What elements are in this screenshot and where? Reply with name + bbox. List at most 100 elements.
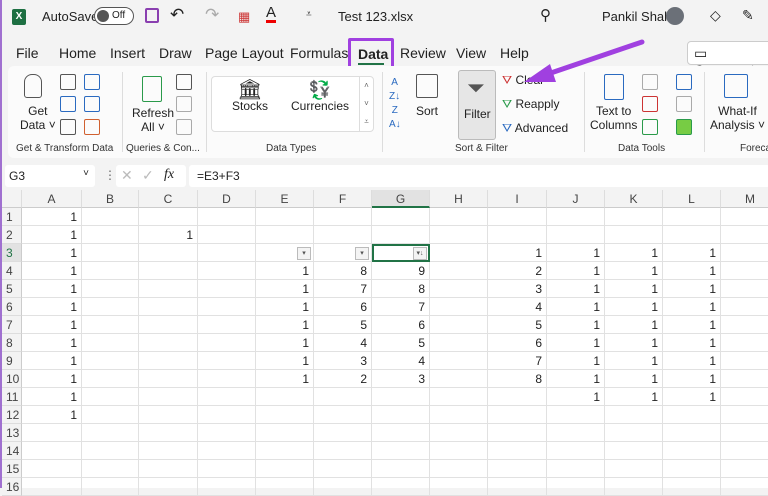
cell-K9[interactable]: 1 [605,352,663,370]
cell-H7[interactable] [430,316,488,334]
filter-dropdown-E[interactable]: ▾ [297,247,311,260]
cell-M10[interactable] [721,370,768,388]
cell-B10[interactable] [82,370,139,388]
edit-links-icon[interactable] [176,119,192,135]
row-header-12[interactable]: 12 [2,406,22,424]
autosave-toggle[interactable]: Off [94,7,134,25]
cell-F7[interactable]: 5 [314,316,372,334]
cell-L1[interactable] [663,208,721,226]
cell-C7[interactable] [139,316,198,334]
refresh-all-button[interactable]: Refresh All ˅ [132,106,174,134]
cell-A7[interactable]: 1 [22,316,82,334]
cell-M16[interactable] [721,478,768,496]
cell-F6[interactable]: 6 [314,298,372,316]
cell-I15[interactable] [488,460,547,478]
cell-M13[interactable] [721,424,768,442]
cell-E13[interactable] [256,424,314,442]
gallery-scroll[interactable]: ˄ ˅ ⩡ [359,77,373,131]
consolidate-icon[interactable] [676,74,692,90]
cell-I1[interactable] [488,208,547,226]
cell-J10[interactable]: 1 [547,370,605,388]
cell-J16[interactable] [547,478,605,496]
cell-D12[interactable] [198,406,256,424]
cell-G4[interactable]: 9 [372,262,430,280]
cell-A5[interactable]: 1 [22,280,82,298]
cell-J8[interactable]: 1 [547,334,605,352]
spreadsheet-grid[interactable]: A B C D E F G H I J K L M 1 1 2 1 1 3 1 ▾ ▾ ▾↓ 1 1 1 1 4 1 1 8 9 2 1 1 1 5 1 1… [2,190,768,496]
cell-I12[interactable] [488,406,547,424]
cell-A12[interactable]: 1 [22,406,82,424]
cell-F11[interactable] [314,388,372,406]
cell-B4[interactable] [82,262,139,280]
cell-C3[interactable] [139,244,198,262]
sort-z-a-button[interactable]: Z A↓ [389,104,401,132]
cell-M7[interactable] [721,316,768,334]
cell-E6[interactable]: 1 [256,298,314,316]
cell-H12[interactable] [430,406,488,424]
cell-C9[interactable] [139,352,198,370]
cell-H3[interactable] [430,244,488,262]
cell-D1[interactable] [198,208,256,226]
tab-review[interactable]: Review [400,45,446,61]
cell-M11[interactable] [721,388,768,406]
cell-K4[interactable]: 1 [605,262,663,280]
cell-C1[interactable] [139,208,198,226]
cell-J6[interactable]: 1 [547,298,605,316]
cell-A11[interactable]: 1 [22,388,82,406]
cell-I9[interactable]: 7 [488,352,547,370]
cell-G8[interactable]: 5 [372,334,430,352]
cell-G10[interactable]: 3 [372,370,430,388]
cell-F9[interactable]: 3 [314,352,372,370]
cell-I3[interactable]: 1 [488,244,547,262]
cell-C10[interactable] [139,370,198,388]
cell-K8[interactable]: 1 [605,334,663,352]
cell-L16[interactable] [663,478,721,496]
cell-I8[interactable]: 6 [488,334,547,352]
cell-G6[interactable]: 7 [372,298,430,316]
row-header-5[interactable]: 5 [2,280,22,298]
save-icon[interactable] [145,8,159,23]
comments-button[interactable]: ▭ Comments [687,41,768,78]
cell-J3[interactable]: 1 [547,244,605,262]
cell-K3[interactable]: 1 [605,244,663,262]
data-model-icon[interactable] [676,119,692,135]
cell-E2[interactable] [256,226,314,244]
what-if-analysis-button[interactable]: What-If Analysis ˅ [710,104,765,132]
cell-A1[interactable]: 1 [22,208,82,226]
row-header-13[interactable]: 13 [2,424,22,442]
column-header-I[interactable]: I [488,190,547,208]
cell-C13[interactable] [139,424,198,442]
cell-K10[interactable]: 1 [605,370,663,388]
tab-view[interactable]: View [456,45,486,61]
cell-E11[interactable] [256,388,314,406]
cell-B5[interactable] [82,280,139,298]
cell-I7[interactable]: 5 [488,316,547,334]
cell-F12[interactable] [314,406,372,424]
cell-K11[interactable]: 1 [605,388,663,406]
cell-D10[interactable] [198,370,256,388]
cell-L13[interactable] [663,424,721,442]
cell-A9[interactable]: 1 [22,352,82,370]
column-header-L[interactable]: L [663,190,721,208]
cell-I2[interactable] [488,226,547,244]
cell-H5[interactable] [430,280,488,298]
cell-B2[interactable] [82,226,139,244]
row-header-10[interactable]: 10 [2,370,22,388]
row-header-8[interactable]: 8 [2,334,22,352]
cell-D11[interactable] [198,388,256,406]
cell-C15[interactable] [139,460,198,478]
cell-B13[interactable] [82,424,139,442]
cell-D13[interactable] [198,424,256,442]
cell-F8[interactable]: 4 [314,334,372,352]
file-name[interactable]: Test 123.xlsx [338,9,413,24]
cell-B16[interactable] [82,478,139,496]
tab-insert[interactable]: Insert [110,45,145,61]
cell-A13[interactable] [22,424,82,442]
cell-F1[interactable] [314,208,372,226]
tab-file[interactable]: File [16,45,39,61]
cell-H16[interactable] [430,478,488,496]
cancel-icon[interactable]: ✕ [121,167,133,184]
cell-A2[interactable]: 1 [22,226,82,244]
user-name[interactable]: Pankil Shah [602,9,671,24]
cell-L7[interactable]: 1 [663,316,721,334]
